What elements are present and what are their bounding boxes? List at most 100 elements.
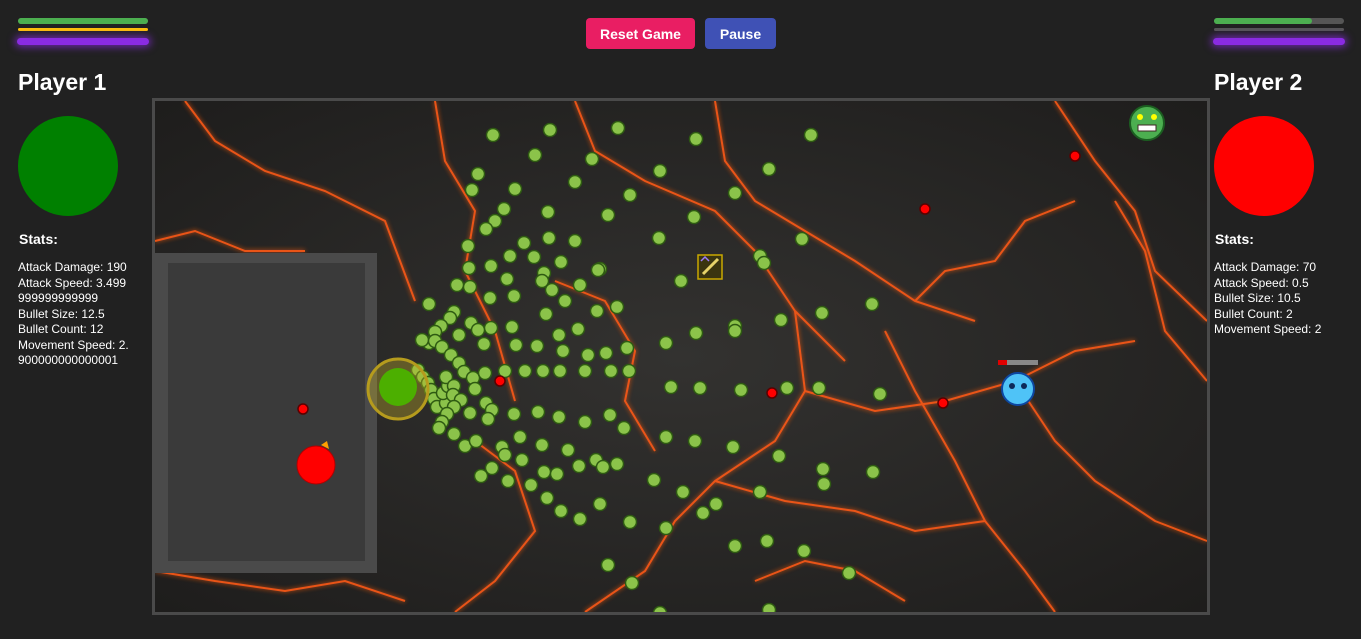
- green-monster-icon: [1129, 105, 1165, 141]
- player-bullet: [477, 365, 493, 381]
- player2-xp-bar: [1214, 28, 1344, 31]
- player-bullet: [553, 503, 569, 519]
- player-bullet: [473, 468, 489, 484]
- player1-stats-title: Stats:: [19, 231, 58, 247]
- player-bullet: [500, 473, 516, 489]
- player-bullet: [506, 288, 522, 304]
- player-bullet: [508, 337, 524, 353]
- green-monster-eye: [1151, 114, 1157, 120]
- player-bullet: [540, 204, 556, 220]
- player-bullet: [695, 505, 711, 521]
- player-bullet: [570, 321, 586, 337]
- player-bullet: [609, 456, 625, 472]
- player-bullet: [551, 327, 567, 343]
- player-bullet: [814, 305, 830, 321]
- player-bullet: [727, 185, 743, 201]
- player-bullet: [652, 163, 668, 179]
- player-bullet: [577, 363, 593, 379]
- player-bullet: [506, 406, 522, 422]
- player-bullet: [499, 271, 515, 287]
- player1-stat: Attack Speed: 3.499999999999999: [18, 275, 127, 306]
- player-bullet: [865, 464, 881, 480]
- player-bullet: [577, 414, 593, 430]
- player-bullet: [462, 279, 478, 295]
- blue-ghost-eye: [1021, 383, 1027, 389]
- player-bullet: [651, 230, 667, 246]
- player-bullet: [530, 404, 546, 420]
- player-bullet: [535, 363, 551, 379]
- entities-layer: [296, 105, 1165, 612]
- player1-health-fill: [18, 18, 148, 24]
- player-bullet: [552, 363, 568, 379]
- player-bullet: [553, 254, 569, 270]
- player-bullet: [796, 543, 812, 559]
- player1-xp-bar: [18, 28, 148, 31]
- player-bullet: [451, 327, 467, 343]
- player-bullet: [523, 477, 539, 493]
- enemy-bullet: [1069, 150, 1081, 162]
- player-bullet: [595, 459, 611, 475]
- player-bullet: [449, 277, 465, 293]
- player-bullet: [512, 429, 528, 445]
- player-bullet: [708, 496, 724, 512]
- player2-avatar: [1214, 116, 1314, 216]
- player2-stat: Bullet Count: 2: [1214, 306, 1293, 321]
- player-bullet: [688, 325, 704, 341]
- player-bullet: [675, 484, 691, 500]
- player-bullet: [733, 382, 749, 398]
- player-bullet: [584, 151, 600, 167]
- player2-stat: Bullet Size: 10.5: [1214, 291, 1301, 305]
- player-bullet: [478, 221, 494, 237]
- reset-game-button[interactable]: Reset Game: [586, 18, 695, 49]
- player-bullet: [544, 282, 560, 298]
- player-bullet: [467, 381, 483, 397]
- player1-avatar: [18, 116, 118, 216]
- player-bullet: [692, 380, 708, 396]
- player-bullet: [572, 511, 588, 527]
- player-bullet: [589, 303, 605, 319]
- player-bullet: [688, 131, 704, 147]
- player-bullet: [555, 343, 571, 359]
- player1-stat: Bullet Count: 12: [18, 322, 104, 336]
- player-bullet: [483, 258, 499, 274]
- player-bullet: [658, 520, 674, 536]
- player-bullet: [794, 231, 810, 247]
- player-bullet: [756, 255, 772, 271]
- enemy-bullet: [297, 403, 309, 415]
- game-arena[interactable]: [152, 98, 1210, 615]
- player-bullet: [658, 335, 674, 351]
- player-bullet: [811, 380, 827, 396]
- player-bullet: [761, 602, 777, 612]
- player2-stat: Attack Speed: 0.5: [1214, 275, 1309, 290]
- player-bullet: [462, 405, 478, 421]
- player-bullet: [624, 575, 640, 591]
- player-bullet: [673, 273, 689, 289]
- player-bullet: [446, 426, 462, 442]
- player-bullet: [609, 299, 625, 315]
- player-bullet: [414, 332, 430, 348]
- player-bullet: [485, 127, 501, 143]
- enemy-bullet: [937, 397, 949, 409]
- player-bullet: [567, 174, 583, 190]
- player-bullet: [557, 293, 573, 309]
- player2-stats-title: Stats:: [1215, 231, 1254, 247]
- player-bullet: [542, 122, 558, 138]
- player-bullet: [504, 319, 520, 335]
- player-bullet: [526, 249, 542, 265]
- player-bullet: [480, 411, 496, 427]
- player-bullet: [779, 380, 795, 396]
- player-bullet: [536, 464, 552, 480]
- player-bullet: [621, 363, 637, 379]
- enemy-bullet: [494, 375, 506, 387]
- player-bullet: [602, 407, 618, 423]
- pause-button[interactable]: Pause: [705, 18, 776, 49]
- enemy-bullet: [919, 203, 931, 215]
- player2-health-bar: [1214, 18, 1344, 24]
- player-bullet: [761, 161, 777, 177]
- player1-name: Player 1: [18, 69, 107, 95]
- player1-mana-bar: [17, 38, 149, 45]
- player-bullet: [727, 323, 743, 339]
- player-bullet: [431, 420, 447, 436]
- player1-stat: Bullet Size: 12.5: [18, 306, 105, 321]
- player-bullet: [580, 347, 596, 363]
